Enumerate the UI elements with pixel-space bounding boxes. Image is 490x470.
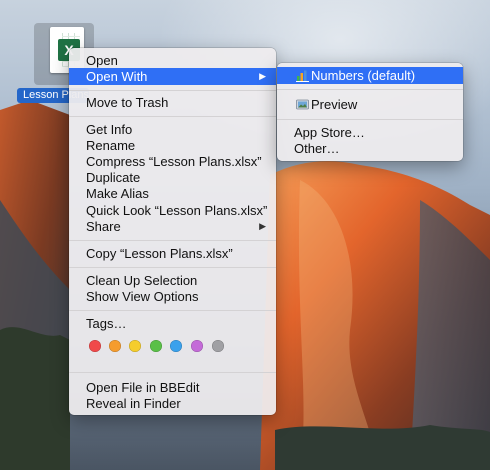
- submenu-item-preview-label: Preview: [311, 97, 358, 112]
- menu-item-tags[interactable]: Tags…: [69, 315, 276, 332]
- menu-item-get-info[interactable]: Get Info: [69, 121, 276, 138]
- menu-item-show-view-options[interactable]: Show View Options: [69, 288, 276, 305]
- submenu-arrow-icon: ▶: [259, 221, 266, 231]
- numbers-app-icon: [296, 70, 309, 82]
- tag-red-dot[interactable]: [89, 340, 101, 352]
- submenu-item-other[interactable]: Other…: [277, 140, 463, 157]
- menu-item-reveal-in-finder[interactable]: Reveal in Finder: [69, 395, 276, 412]
- menu-separator: [69, 267, 276, 268]
- menu-item-rename[interactable]: Rename: [69, 137, 276, 154]
- tag-blue-dot[interactable]: [170, 340, 182, 352]
- submenu-item-numbers[interactable]: Numbers (default): [277, 67, 463, 84]
- menu-item-open-with[interactable]: Open With ▶: [69, 68, 276, 85]
- submenu-arrow-icon: ▶: [259, 71, 266, 81]
- menu-separator: [69, 372, 276, 373]
- tag-orange-dot[interactable]: [109, 340, 121, 352]
- tag-gray-dot[interactable]: [212, 340, 224, 352]
- menu-item-quick-look[interactable]: Quick Look “Lesson Plans.xlsx”: [69, 202, 276, 219]
- context-menu: Open Open With ▶ Move to Trash Get Info …: [69, 48, 276, 415]
- tag-green-dot[interactable]: [150, 340, 162, 352]
- menu-separator: [69, 240, 276, 241]
- menu-separator: [277, 89, 463, 90]
- preview-app-icon: [296, 99, 309, 110]
- submenu-item-preview[interactable]: Preview: [277, 96, 463, 113]
- menu-separator: [277, 119, 463, 120]
- tag-yellow-dot[interactable]: [129, 340, 141, 352]
- tag-purple-dot[interactable]: [191, 340, 203, 352]
- open-with-submenu: Numbers (default) Preview App Store… Oth…: [277, 63, 463, 161]
- menu-item-share-label: Share: [86, 219, 121, 234]
- menu-item-compress[interactable]: Compress “Lesson Plans.xlsx”: [69, 153, 276, 170]
- menu-separator: [69, 310, 276, 311]
- submenu-item-app-store[interactable]: App Store…: [277, 124, 463, 141]
- menu-item-open[interactable]: Open: [69, 52, 276, 69]
- menu-item-open-with-label: Open With: [86, 69, 148, 84]
- submenu-item-numbers-label: Numbers (default): [311, 68, 416, 83]
- menu-item-move-to-trash[interactable]: Move to Trash: [69, 94, 276, 111]
- menu-item-copy[interactable]: Copy “Lesson Plans.xlsx”: [69, 245, 276, 262]
- menu-item-make-alias[interactable]: Make Alias: [69, 185, 276, 202]
- menu-item-share[interactable]: Share ▶: [69, 218, 276, 235]
- menu-item-clean-up-selection[interactable]: Clean Up Selection: [69, 272, 276, 289]
- menu-separator: [69, 116, 276, 117]
- menu-item-open-in-bbedit[interactable]: Open File in BBEdit: [69, 379, 276, 396]
- menu-separator: [69, 90, 276, 91]
- menu-item-duplicate[interactable]: Duplicate: [69, 169, 276, 186]
